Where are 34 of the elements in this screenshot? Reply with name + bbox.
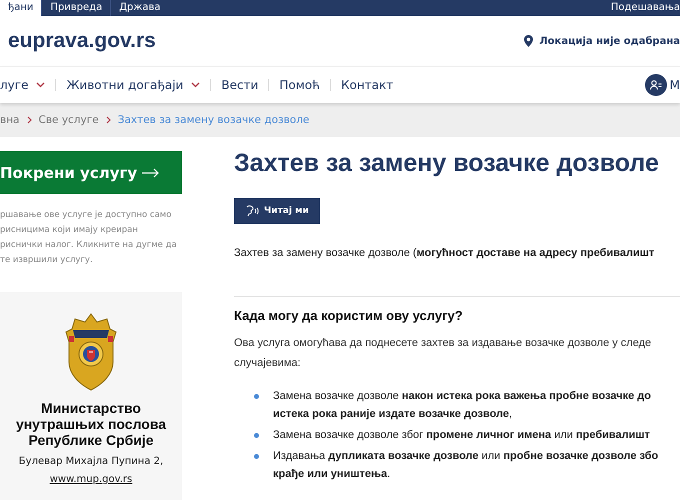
read-aloud-button[interactable]: Читај ми <box>234 198 320 224</box>
start-service-button[interactable]: Покрени услугу <box>0 151 182 194</box>
notice-text: ршавање ове услуге је доступно само рисницима који имају креиран риснички налог. Кликните на дугме да те извршили услугу. <box>0 209 178 267</box>
list-item-text: Издавања дупликата возачке дозволе или пробне возачке дозволе збо крађе или уништења. <box>273 449 658 482</box>
website-link[interactable]: www.mup.gov.rs <box>50 474 132 485</box>
nav-item[interactable]: Животни догађаји <box>56 78 210 92</box>
site-logo[interactable]: euprava.gov.rs <box>8 29 156 53</box>
intro-text: Захтев за замену возачке дозволе (могућност доставе на адресу пребивалишт <box>234 247 656 259</box>
settings-link[interactable]: Подешавања <box>610 0 680 16</box>
audience-tab[interactable]: Држава <box>110 0 169 16</box>
nav-item[interactable]: луге <box>0 78 56 92</box>
page-title: Захтев за замену возачке дозволе <box>234 149 660 178</box>
section-text: Ова услуга омогућава да поднесете захтев за издавање возачке дозволе у следе случајевима: <box>234 336 652 371</box>
bullet-dot-icon <box>254 433 259 438</box>
chevron-right-icon <box>26 116 32 124</box>
breadcrumb-link[interactable]: Све услуге <box>38 114 99 126</box>
nav-item[interactable]: Контакт <box>330 78 404 92</box>
breadcrumb-link[interactable]: вна <box>0 114 20 126</box>
audience-tab[interactable]: ђани <box>0 0 42 16</box>
nav-item[interactable]: Вести <box>211 78 268 92</box>
bullet-dot-icon <box>254 394 259 399</box>
audience-tab[interactable]: Привреда <box>41 0 110 16</box>
list-item-text: Замена возачке дозволе због промене личног имена или пребивалишт <box>273 428 650 443</box>
location-label[interactable]: Локација није одабрана <box>539 36 680 46</box>
chevron-right-icon <box>106 116 111 124</box>
institution-name: Министарство унутрашњих послова Републике Србије <box>14 400 168 448</box>
nav-item[interactable]: Помоћ <box>269 78 330 92</box>
user-icon <box>644 74 667 96</box>
institution-address: Булевар Михајла Пупина 2, <box>18 456 164 467</box>
section-heading: Када могу да користим ову услугу? <box>234 308 464 323</box>
account-label[interactable]: М <box>670 78 680 92</box>
bullet-dot-icon <box>254 454 259 459</box>
location-pin-icon <box>524 35 534 47</box>
arrow-right-icon <box>142 168 160 178</box>
